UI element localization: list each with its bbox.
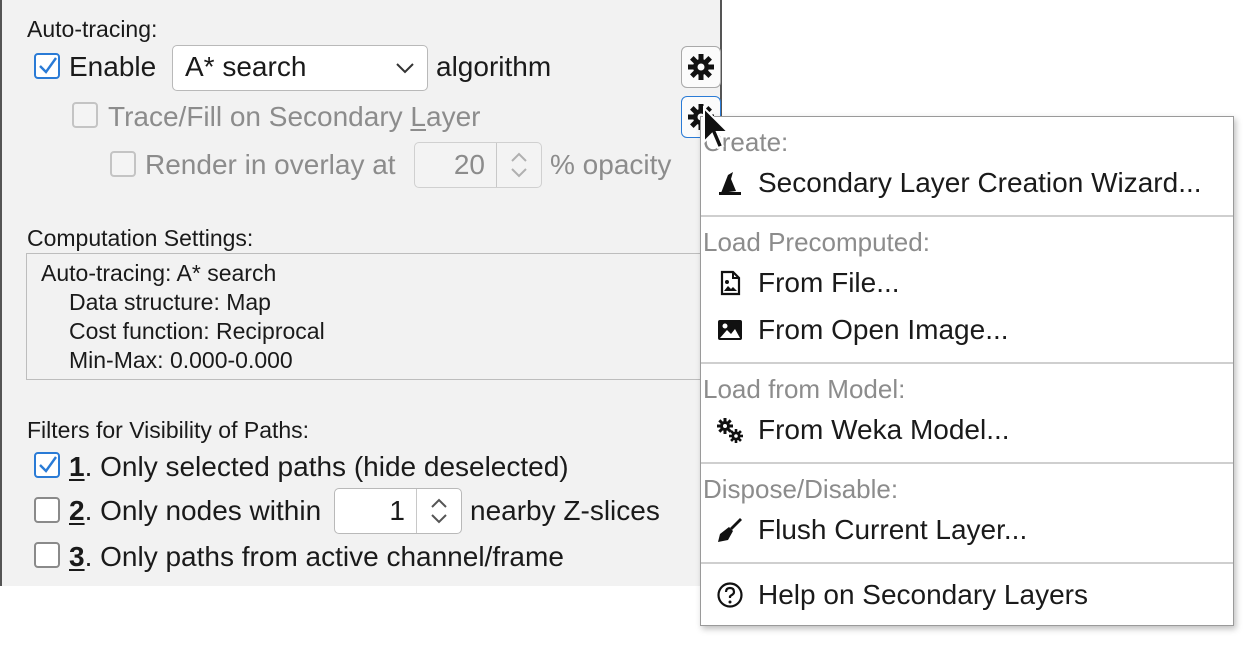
secondary-layer-mnemonic: L xyxy=(410,101,426,132)
computation-line: Cost function: Reciprocal xyxy=(69,318,325,344)
autotracing-options-button[interactable] xyxy=(681,46,721,88)
z-slices-spinner[interactable]: 1 xyxy=(334,488,462,534)
computation-title: Computation Settings: xyxy=(27,225,254,251)
image-icon xyxy=(718,320,742,340)
menu-item-help[interactable]: Help on Secondary Layers xyxy=(701,572,1233,618)
menu-item-creation-wizard[interactable]: Secondary Layer Creation Wizard... xyxy=(701,160,1233,206)
overlay-label: Render in overlay at xyxy=(145,149,396,180)
spinner-arrows[interactable] xyxy=(496,143,541,187)
filter-2-text: . Only nodes within xyxy=(84,495,322,526)
overlay-opacity-spinner[interactable]: 20 xyxy=(414,142,542,188)
filter-1-checkbox[interactable] xyxy=(34,452,60,478)
secondary-layer-menu: Create: Secondary Layer Creation Wizard.… xyxy=(700,116,1234,626)
settings-panel: Auto-tracing: Enable A* search algorithm… xyxy=(0,0,722,586)
enable-checkbox[interactable] xyxy=(34,53,60,79)
secondary-layer-label-post: ayer xyxy=(426,101,481,132)
file-image-icon xyxy=(720,270,741,296)
algorithm-select[interactable]: A* search xyxy=(172,45,428,91)
up-down-arrows-icon xyxy=(431,498,447,524)
menu-header-load-from-model: Load from Model: xyxy=(703,374,906,404)
menu-separator xyxy=(701,462,1233,464)
filter-3-checkbox[interactable] xyxy=(34,542,60,568)
menu-item-label: Help on Secondary Layers xyxy=(758,579,1088,610)
filters-title: Filters for Visibility of Paths: xyxy=(27,417,310,443)
computation-line: Min-Max: 0.000-0.000 xyxy=(69,347,293,373)
filter-2-number: 2 xyxy=(69,495,85,526)
checkmark-icon xyxy=(39,456,57,473)
menu-item-label: Flush Current Layer... xyxy=(758,514,1028,545)
menu-item-label: From Open Image... xyxy=(758,314,1009,345)
menu-item-from-open-image[interactable]: From Open Image... xyxy=(701,307,1233,353)
filter-2-checkbox[interactable] xyxy=(34,497,60,523)
help-circle-icon xyxy=(717,582,743,608)
algorithm-suffix: algorithm xyxy=(436,51,552,82)
broom-icon xyxy=(718,518,742,542)
computation-line: Data structure: Map xyxy=(69,289,271,315)
menu-separator xyxy=(701,215,1233,217)
spinner-arrows[interactable] xyxy=(416,489,461,533)
gear-icon xyxy=(688,54,714,80)
menu-header-load-precomputed: Load Precomputed: xyxy=(703,227,930,257)
computation-info-box: Auto-tracing: A* search Data structure: … xyxy=(26,253,716,380)
menu-item-label: Secondary Layer Creation Wizard... xyxy=(758,167,1202,198)
filter-3-label: 3. Only paths from active channel/frame xyxy=(69,541,564,573)
menu-item-flush-layer[interactable]: Flush Current Layer... xyxy=(701,507,1233,553)
overlay-suffix: % opacity xyxy=(550,149,672,180)
secondary-layer-label-pre: Trace/Fill on Secondary xyxy=(108,101,411,132)
menu-item-from-weka-model[interactable]: From Weka Model... xyxy=(701,407,1233,453)
mouse-cursor-icon xyxy=(703,106,730,150)
menu-header-dispose: Dispose/Disable: xyxy=(703,474,899,504)
up-down-arrows-icon xyxy=(511,152,527,178)
filter-3-text: . Only paths from active channel/frame xyxy=(84,541,564,572)
menu-item-label: From File... xyxy=(758,267,900,298)
algorithm-value: A* search xyxy=(185,51,307,82)
menu-item-label: From Weka Model... xyxy=(758,414,1010,445)
computation-line: Auto-tracing: A* search xyxy=(41,260,277,286)
gears-icon xyxy=(717,418,743,443)
filter-3-number: 3 xyxy=(69,541,85,572)
filter-2-label: 2. Only nodes within xyxy=(69,495,321,527)
wizard-hat-icon xyxy=(719,172,741,195)
menu-separator xyxy=(701,562,1233,564)
enable-label: Enable xyxy=(69,51,157,82)
menu-separator xyxy=(701,362,1233,364)
chevron-down-icon xyxy=(396,63,414,74)
filter-1-number: 1 xyxy=(69,451,85,482)
filter-1-text: . Only selected paths (hide deselected) xyxy=(84,451,569,482)
overlay-opacity-value: 20 xyxy=(453,149,485,180)
overlay-checkbox[interactable] xyxy=(110,151,136,177)
filter-2-suffix: nearby Z-slices xyxy=(470,495,660,526)
menu-item-from-file[interactable]: From File... xyxy=(701,260,1233,306)
secondary-layer-checkbox[interactable] xyxy=(72,102,98,128)
autotracing-title: Auto-tracing: xyxy=(27,16,158,42)
filter-1-label: 1. Only selected paths (hide deselected) xyxy=(69,451,569,483)
secondary-layer-label: Trace/Fill on Secondary Layer xyxy=(108,101,480,133)
z-slices-value: 1 xyxy=(389,495,405,526)
checkmark-icon xyxy=(39,57,57,74)
